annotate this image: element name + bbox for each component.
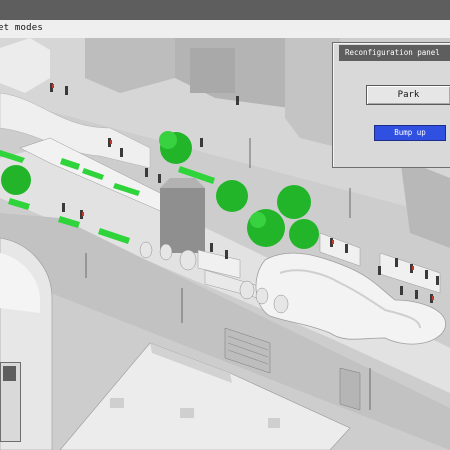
reconfiguration-panel: Reconfiguration panel Park Bump up — [332, 42, 450, 168]
panel-title: Reconfiguration panel — [339, 45, 450, 61]
dome-pod — [139, 241, 153, 259]
bump-up-button[interactable]: Bump up — [374, 125, 446, 141]
side-panel — [0, 362, 21, 442]
grey-tower — [160, 188, 205, 253]
menu-bar: et modes — [0, 20, 450, 39]
window-titlebar — [0, 0, 450, 21]
street-modes-menu[interactable]: et modes — [0, 23, 43, 33]
side-panel-header — [3, 366, 16, 381]
kiosk — [339, 367, 361, 411]
park-button[interactable]: Park — [366, 85, 450, 105]
